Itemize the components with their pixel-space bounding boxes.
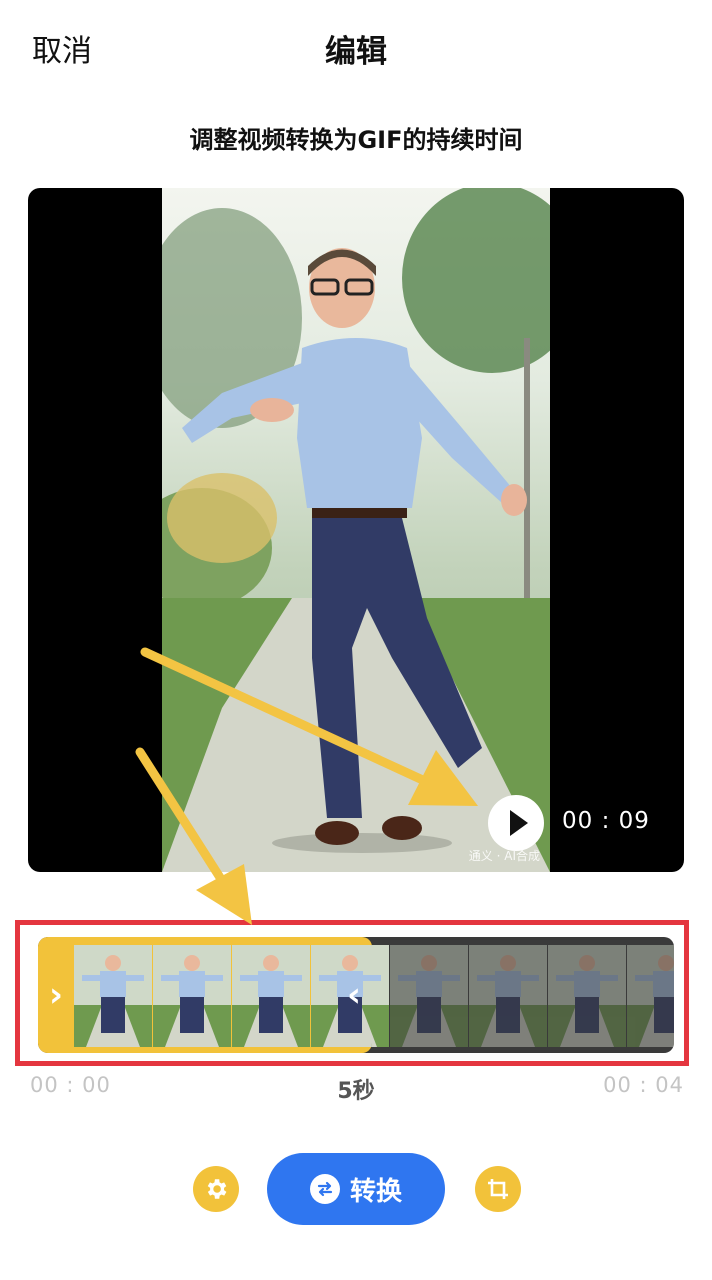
crop-button[interactable] <box>475 1166 521 1212</box>
trim-handle-right[interactable]: ‹ <box>336 937 372 1053</box>
timeline-end-time: 00 : 04 <box>603 1073 684 1097</box>
ai-watermark: 通义 · AI合成 <box>468 849 540 863</box>
video-frame: 通义 · AI合成 <box>162 188 550 872</box>
convert-button[interactable]: 转换 <box>267 1153 445 1225</box>
instruction-subtitle: 调整视频转换为GIF的持续时间 <box>189 126 523 154</box>
chevron-right-icon: › <box>48 975 63 1015</box>
trim-handle-left[interactable]: › <box>38 937 74 1053</box>
settings-button[interactable] <box>193 1166 239 1212</box>
timeline-frame <box>390 945 468 1047</box>
play-icon <box>510 810 528 836</box>
convert-label: 转换 <box>349 1176 402 1207</box>
annotation-arrowhead-timeline <box>196 864 252 925</box>
crop-icon <box>488 1179 508 1199</box>
chevron-left-icon: ‹ <box>346 975 361 1015</box>
timeline-frame <box>469 945 547 1047</box>
selection-range[interactable]: › ‹ <box>38 937 372 1053</box>
selected-frame <box>153 945 231 1047</box>
video-duration: 00 : 09 <box>562 808 650 834</box>
timeline-frame <box>548 945 626 1047</box>
timeline-frame <box>627 945 674 1047</box>
gear-icon <box>207 1179 227 1199</box>
selected-frame <box>74 945 152 1047</box>
video-frame-image <box>162 188 550 872</box>
swap-arrows-icon <box>309 1174 340 1204</box>
selected-frame <box>232 945 310 1047</box>
video-preview[interactable]: 通义 · AI合成 <box>28 188 684 872</box>
page-title: 编辑 <box>325 34 387 70</box>
play-button[interactable] <box>488 795 544 851</box>
